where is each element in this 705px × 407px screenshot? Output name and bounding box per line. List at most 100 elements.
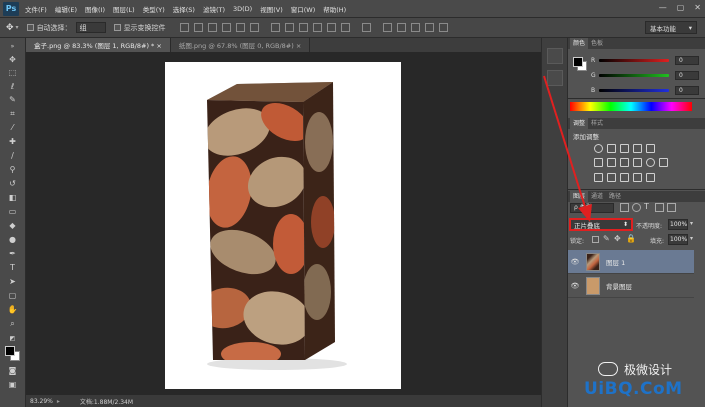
minimize-button[interactable]: — (659, 3, 667, 12)
eye-icon[interactable]: 👁 (568, 282, 582, 290)
layer-name[interactable]: 背景图层 (606, 281, 632, 291)
distribute-bottom-icon[interactable] (298, 23, 308, 32)
menu-window[interactable]: 窗口(W) (291, 4, 316, 14)
layer-row-layer1[interactable]: 👁 图层 1 (568, 250, 694, 274)
3d-mode-roll-icon[interactable] (396, 23, 406, 32)
exposure-icon[interactable] (633, 144, 642, 153)
gradient-tool-icon[interactable]: ▭ (7, 207, 18, 217)
filter-shape-icon[interactable] (655, 203, 664, 212)
foreground-color-swatch[interactable] (5, 346, 15, 356)
status-menu-icon[interactable]: ▸ (57, 398, 60, 405)
type-tool-icon[interactable]: T (7, 263, 18, 273)
tab-paper-document[interactable]: 纸图.png @ 67.8% (图层 0, RGB/8#) × (170, 38, 311, 52)
photo-filter-icon[interactable] (633, 158, 642, 167)
lock-pixels-icon[interactable]: ✎ (603, 234, 610, 243)
align-left-icon[interactable] (221, 23, 231, 32)
fill-slider-toggle-icon[interactable]: ▾ (690, 235, 693, 242)
selective-color-icon[interactable] (646, 173, 655, 182)
threshold-icon[interactable] (620, 173, 629, 182)
auto-align-icon[interactable] (361, 23, 371, 32)
healing-brush-tool-icon[interactable]: ✚ (7, 137, 18, 147)
filter-adjustment-icon[interactable] (632, 203, 641, 212)
menu-edit[interactable]: 编辑(E) (55, 4, 77, 14)
lock-position-icon[interactable]: ✥ (614, 234, 621, 243)
workspace-dropdown[interactable]: 基本功能 ▾ (645, 21, 697, 34)
quick-select-tool-icon[interactable]: ✎ (7, 95, 18, 105)
zoom-level[interactable]: 83.29% (30, 398, 53, 405)
menu-layer[interactable]: 图层(L) (113, 4, 135, 14)
tab-box-document[interactable]: 盒子.png @ 83.3% (图层 1, RGB/8#) * × (26, 38, 171, 52)
crop-tool-icon[interactable]: ⌗ (7, 109, 18, 119)
menu-select[interactable]: 选择(S) (173, 4, 195, 14)
align-bottom-icon[interactable] (207, 23, 217, 32)
eyedropper-tool-icon[interactable]: ⁄ (7, 123, 18, 133)
pen-tool-icon[interactable]: ✒ (7, 249, 18, 259)
clone-stamp-tool-icon[interactable]: ⚲ (7, 165, 18, 175)
align-right-icon[interactable] (249, 23, 259, 32)
layer-row-background[interactable]: 👁 背景图层 (568, 274, 694, 298)
channel-mixer-icon[interactable] (646, 158, 655, 167)
menu-view[interactable]: 视图(V) (260, 4, 283, 14)
menu-file[interactable]: 文件(F) (25, 4, 47, 14)
distribute-top-icon[interactable] (270, 23, 280, 32)
quick-mask-icon[interactable]: ◙ (7, 366, 18, 376)
maximize-button[interactable]: ▢ (677, 3, 685, 12)
curves-icon[interactable] (620, 144, 629, 153)
3d-mode-rotate-icon[interactable] (382, 23, 392, 32)
brush-tool-icon[interactable]: ∕ (7, 151, 18, 161)
filter-smart-object-icon[interactable] (667, 203, 676, 212)
red-value-field[interactable]: 0 (675, 56, 699, 65)
tab-color[interactable]: 颜色 (570, 38, 589, 49)
distribute-right-icon[interactable] (340, 23, 350, 32)
menu-3d[interactable]: 3D(D) (233, 5, 252, 13)
zoom-tool-icon[interactable]: ⌕ (7, 319, 18, 329)
menu-help[interactable]: 帮助(H) (323, 4, 346, 14)
auto-select-dropdown[interactable]: 组 (75, 22, 106, 33)
align-hcenter-icon[interactable] (235, 23, 245, 32)
tab-swatches[interactable]: 色板 (588, 38, 606, 49)
color-lookup-icon[interactable] (659, 158, 668, 167)
filter-pixel-icon[interactable] (620, 203, 629, 212)
tool-preset-chevron-icon[interactable]: ▾ (16, 24, 19, 31)
history-panel-icon[interactable] (547, 48, 563, 64)
default-colors-icon[interactable]: ◩ (7, 334, 18, 344)
align-top-icon[interactable] (179, 23, 189, 32)
show-transform-checkbox[interactable] (113, 24, 121, 31)
history-brush-tool-icon[interactable]: ↺ (7, 179, 18, 189)
path-select-tool-icon[interactable]: ➤ (7, 277, 18, 287)
rectangle-tool-icon[interactable]: ▢ (7, 291, 18, 301)
opacity-field[interactable]: 100% (668, 219, 688, 230)
distribute-hcenter-icon[interactable] (326, 23, 336, 32)
hand-tool-icon[interactable]: ✋ (7, 305, 18, 315)
distribute-left-icon[interactable] (312, 23, 322, 32)
gradient-map-icon[interactable] (633, 173, 642, 182)
color-foreground-swatch[interactable] (573, 57, 583, 67)
close-button[interactable]: ✕ (694, 3, 701, 12)
opacity-slider-toggle-icon[interactable]: ▾ (690, 220, 693, 227)
move-tool-icon[interactable]: ✥ (7, 55, 18, 65)
green-value-field[interactable]: 0 (675, 71, 699, 80)
3d-mode-slide-icon[interactable] (424, 23, 434, 32)
align-vcenter-icon[interactable] (193, 23, 203, 32)
document-canvas[interactable] (165, 62, 401, 389)
lock-transparent-icon[interactable] (592, 236, 599, 243)
auto-select-checkbox[interactable] (26, 24, 34, 31)
menu-filter[interactable]: 滤镜(T) (203, 4, 225, 14)
blur-tool-icon[interactable]: ◆ (7, 221, 18, 231)
3d-mode-pan-icon[interactable] (410, 23, 420, 32)
menu-image[interactable]: 图像(I) (85, 4, 105, 14)
distribute-vcenter-icon[interactable] (284, 23, 294, 32)
move-tool-icon[interactable]: ✥ (6, 23, 14, 33)
vibrance-icon[interactable] (646, 144, 655, 153)
layer-name[interactable]: 图层 1 (606, 257, 625, 267)
lasso-tool-icon[interactable]: ℓ (7, 82, 18, 92)
dodge-tool-icon[interactable]: ● (7, 235, 18, 245)
3d-mode-scale-icon[interactable] (438, 23, 448, 32)
menu-type[interactable]: 类型(Y) (143, 4, 165, 14)
black-white-icon[interactable] (620, 158, 629, 167)
filter-type-icon[interactable]: T (644, 202, 649, 211)
screen-mode-icon[interactable]: ▣ (7, 380, 18, 390)
collapse-arrows-icon[interactable]: » (7, 42, 18, 52)
eraser-tool-icon[interactable]: ◧ (7, 193, 18, 203)
marquee-tool-icon[interactable]: ⬚ (7, 68, 18, 78)
